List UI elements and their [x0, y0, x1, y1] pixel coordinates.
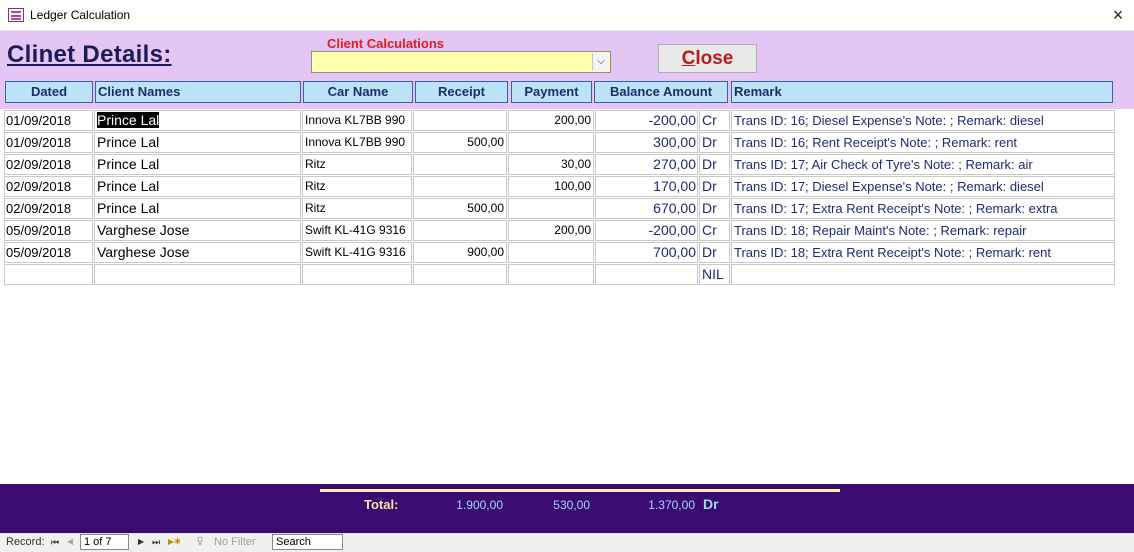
filter-icon[interactable]: ⊽: [196, 535, 204, 549]
cell-client-name[interactable]: [94, 264, 301, 285]
close-button-label: lose: [695, 48, 734, 69]
cell-car-name[interactable]: Swift KL-41G 9316: [302, 242, 412, 263]
cell-payment[interactable]: 100,00: [508, 176, 594, 197]
column-header-balance: Balance Amount: [594, 81, 728, 103]
cell-balance[interactable]: 300,00: [595, 132, 698, 153]
cell-drcr[interactable]: Dr: [699, 154, 730, 175]
cell-client-name[interactable]: Prince Lal: [94, 198, 301, 219]
cell-drcr[interactable]: Dr: [699, 176, 730, 197]
cell-payment[interactable]: [508, 264, 594, 285]
cell-car-name[interactable]: [302, 264, 412, 285]
column-header-car: Car Name: [303, 81, 413, 103]
cell-drcr[interactable]: Dr: [699, 242, 730, 263]
page-title: Clinet Details:: [7, 41, 172, 68]
title-bar: [0, 0, 1134, 31]
footer-divider: [320, 489, 840, 492]
cell-receipt[interactable]: 500,00: [413, 198, 507, 219]
cell-remark[interactable]: Trans ID: 16; Diesel Expense's Note: ; R…: [731, 110, 1115, 131]
total-drcr: Dr: [703, 496, 719, 512]
cell-dated[interactable]: 05/09/2018: [4, 242, 93, 263]
cell-remark[interactable]: Trans ID: 16; Rent Receipt's Note: ; Rem…: [731, 132, 1115, 153]
close-button[interactable]: Close: [658, 44, 757, 73]
cell-car-name[interactable]: Innova KL7BB 990: [302, 110, 412, 131]
cell-remark[interactable]: Trans ID: 17; Extra Rent Receipt's Note:…: [731, 198, 1115, 219]
cell-car-name[interactable]: Swift KL-41G 9316: [302, 220, 412, 241]
cell-payment[interactable]: [508, 242, 594, 263]
column-header-payment: Payment: [511, 81, 592, 103]
balance-total: 1.370,00: [648, 498, 695, 512]
cell-drcr[interactable]: Cr: [699, 220, 730, 241]
column-header-receipt: Receipt: [415, 81, 508, 103]
cell-dated[interactable]: 02/09/2018: [4, 176, 93, 197]
cell-payment[interactable]: [508, 132, 594, 153]
cell-receipt[interactable]: 900,00: [413, 242, 507, 263]
next-record-icon[interactable]: ▶: [138, 535, 144, 549]
cell-balance[interactable]: -200,00: [595, 110, 698, 131]
cell-payment[interactable]: 30,00: [508, 154, 594, 175]
last-record-icon[interactable]: ⏭: [152, 535, 160, 549]
payment-total: 530,00: [553, 498, 590, 512]
cell-dated[interactable]: 02/09/2018: [4, 198, 93, 219]
cell-receipt[interactable]: [413, 176, 507, 197]
cell-payment[interactable]: [508, 198, 594, 219]
column-header-dated: Dated: [5, 81, 93, 103]
cell-payment[interactable]: 200,00: [508, 110, 594, 131]
cell-remark[interactable]: Trans ID: 17; Air Check of Tyre's Note: …: [731, 154, 1115, 175]
cell-dated[interactable]: 05/09/2018: [4, 220, 93, 241]
cell-balance[interactable]: 700,00: [595, 242, 698, 263]
cell-client-name[interactable]: Prince Lal: [94, 154, 301, 175]
app-icon: [8, 8, 24, 22]
column-header-client: Client Names: [95, 81, 301, 103]
cell-balance[interactable]: [595, 264, 698, 285]
cell-client-name[interactable]: Varghese Jose: [94, 220, 301, 241]
search-input[interactable]: Search: [272, 534, 343, 550]
cell-receipt[interactable]: [413, 220, 507, 241]
cell-drcr[interactable]: NIL: [699, 264, 730, 285]
cell-balance[interactable]: 170,00: [595, 176, 698, 197]
cell-dated[interactable]: [4, 264, 93, 285]
cell-balance[interactable]: 270,00: [595, 154, 698, 175]
cell-drcr[interactable]: Cr: [699, 110, 730, 131]
cell-car-name[interactable]: Ritz: [302, 198, 412, 219]
cell-car-name[interactable]: Ritz: [302, 176, 412, 197]
chevron-down-icon[interactable]: ⌵: [592, 53, 609, 71]
close-button-accesskey: C: [681, 48, 696, 69]
cell-drcr[interactable]: Dr: [699, 198, 730, 219]
receipt-total: 1.900,00: [456, 498, 503, 512]
new-record-icon[interactable]: ▶✱: [168, 535, 181, 549]
total-label: Total:: [364, 497, 399, 512]
cell-client-name[interactable]: Prince Lal: [94, 176, 301, 197]
cell-client-name[interactable]: Varghese Jose: [94, 242, 301, 263]
column-header-remark: Remark: [731, 81, 1113, 103]
cell-dated[interactable]: 01/09/2018: [4, 132, 93, 153]
record-label: Record:: [6, 536, 45, 548]
cell-car-name[interactable]: Ritz: [302, 154, 412, 175]
cell-drcr[interactable]: Dr: [699, 132, 730, 153]
cell-dated[interactable]: 02/09/2018: [4, 154, 93, 175]
cell-remark[interactable]: Trans ID: 18; Extra Rent Receipt's Note:…: [731, 242, 1115, 263]
client-calculations-combo[interactable]: [311, 51, 611, 73]
record-number-input[interactable]: 1 of 7: [80, 534, 129, 550]
cell-receipt[interactable]: [413, 154, 507, 175]
cell-receipt[interactable]: [413, 264, 507, 285]
cell-remark[interactable]: Trans ID: 17; Diesel Expense's Note: ; R…: [731, 176, 1115, 197]
cell-receipt[interactable]: 500,00: [413, 132, 507, 153]
cell-remark[interactable]: [731, 264, 1115, 285]
prev-record-icon[interactable]: ◀: [67, 535, 73, 549]
first-record-icon[interactable]: ⏮: [51, 535, 59, 549]
window-title: Ledger Calculation: [30, 8, 131, 22]
cell-client-name[interactable]: Prince Lal: [94, 132, 301, 153]
cell-remark[interactable]: Trans ID: 18; Repair Maint's Note: ; Rem…: [731, 220, 1115, 241]
cell-payment[interactable]: 200,00: [508, 220, 594, 241]
window-close-icon[interactable]: ×: [1106, 4, 1130, 26]
cell-balance[interactable]: 670,00: [595, 198, 698, 219]
combo-label: Client Calculations: [327, 36, 445, 51]
cell-client-name[interactable]: Prince Lal: [94, 110, 301, 131]
cell-car-name[interactable]: Innova KL7BB 990: [302, 132, 412, 153]
cell-dated[interactable]: 01/09/2018: [4, 110, 93, 131]
cell-receipt[interactable]: [413, 110, 507, 131]
no-filter-button[interactable]: No Filter: [214, 535, 256, 549]
selected-client-text: Prince Lal: [97, 112, 160, 128]
cell-balance[interactable]: -200,00: [595, 220, 698, 241]
